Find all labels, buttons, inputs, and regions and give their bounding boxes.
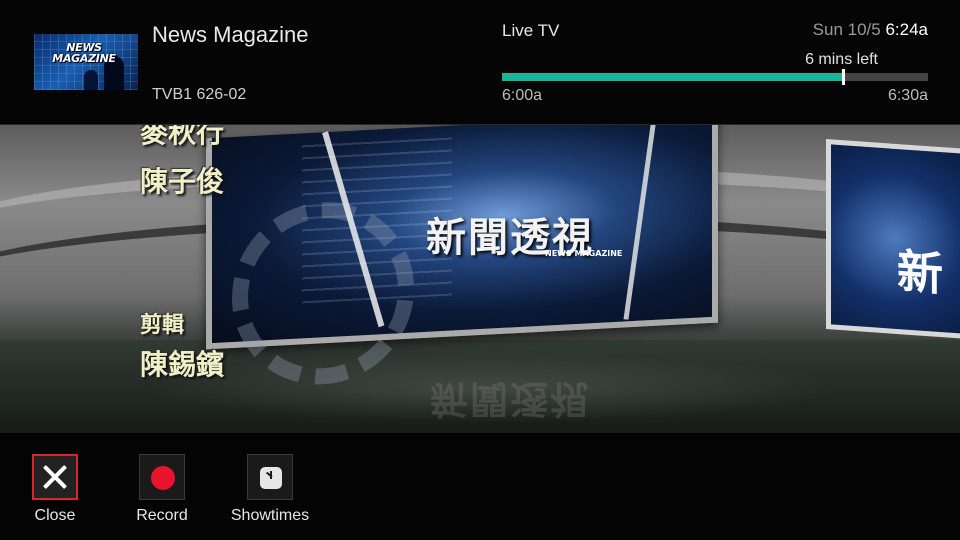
program-thumbnail: NEWS MAGAZINE — [34, 34, 138, 90]
showtimes-control[interactable]: Showtimes — [220, 454, 320, 525]
progress-marker — [841, 69, 845, 85]
video-frame: 新聞透視 NEWS MAGAZINE 新聞透視 新 麥秋行 陳子俊 剪輯 陳錫鑌 — [0, 125, 960, 433]
live-tv-label: Live TV — [502, 21, 560, 40]
credit-line: 麥秋行 — [140, 125, 225, 149]
current-datetime: Sun 10/5 6:24a — [813, 20, 928, 40]
close-icon — [42, 464, 68, 490]
program-progress-bar — [502, 69, 928, 85]
show-title-reflection: 新聞透視 — [430, 377, 591, 421]
playback-controls: Close Record Showtimes — [0, 434, 960, 540]
record-label: Record — [136, 507, 188, 524]
close-control[interactable]: Close — [5, 454, 105, 525]
program-end-time: 6:30a — [887, 87, 928, 104]
current-date: Sun 10/5 — [812, 20, 881, 39]
record-control[interactable]: Record — [112, 454, 212, 525]
program-info-bar: NEWS MAGAZINE News Magazine TVB1 626-02 … — [0, 0, 960, 125]
progress-fill — [502, 73, 843, 81]
studio-screen-right: 新 — [826, 139, 960, 341]
close-label: Close — [34, 507, 76, 524]
time-remaining: 6 mins left — [805, 51, 878, 68]
record-button[interactable] — [139, 454, 185, 500]
close-button[interactable] — [32, 454, 78, 500]
credit-line: 陳錫鑌 — [140, 348, 225, 381]
program-start-time: 6:00a — [502, 87, 543, 104]
thumbnail-logo-text: NEWS MAGAZINE — [52, 41, 116, 65]
clock-icon — [260, 467, 282, 489]
showtimes-label: Showtimes — [230, 507, 310, 524]
current-time: 6:24a — [885, 20, 928, 39]
right-screen-text: 新 — [897, 244, 943, 302]
credit-line: 剪輯 — [140, 313, 185, 338]
showtimes-button[interactable] — [247, 454, 293, 500]
channel-info: TVB1 626-02 — [152, 86, 247, 103]
credit-line: 陳子俊 — [140, 165, 225, 198]
program-title: News Magazine — [152, 22, 309, 47]
record-icon — [151, 466, 175, 490]
show-title-english: NEWS MAGAZINE — [545, 249, 623, 258]
